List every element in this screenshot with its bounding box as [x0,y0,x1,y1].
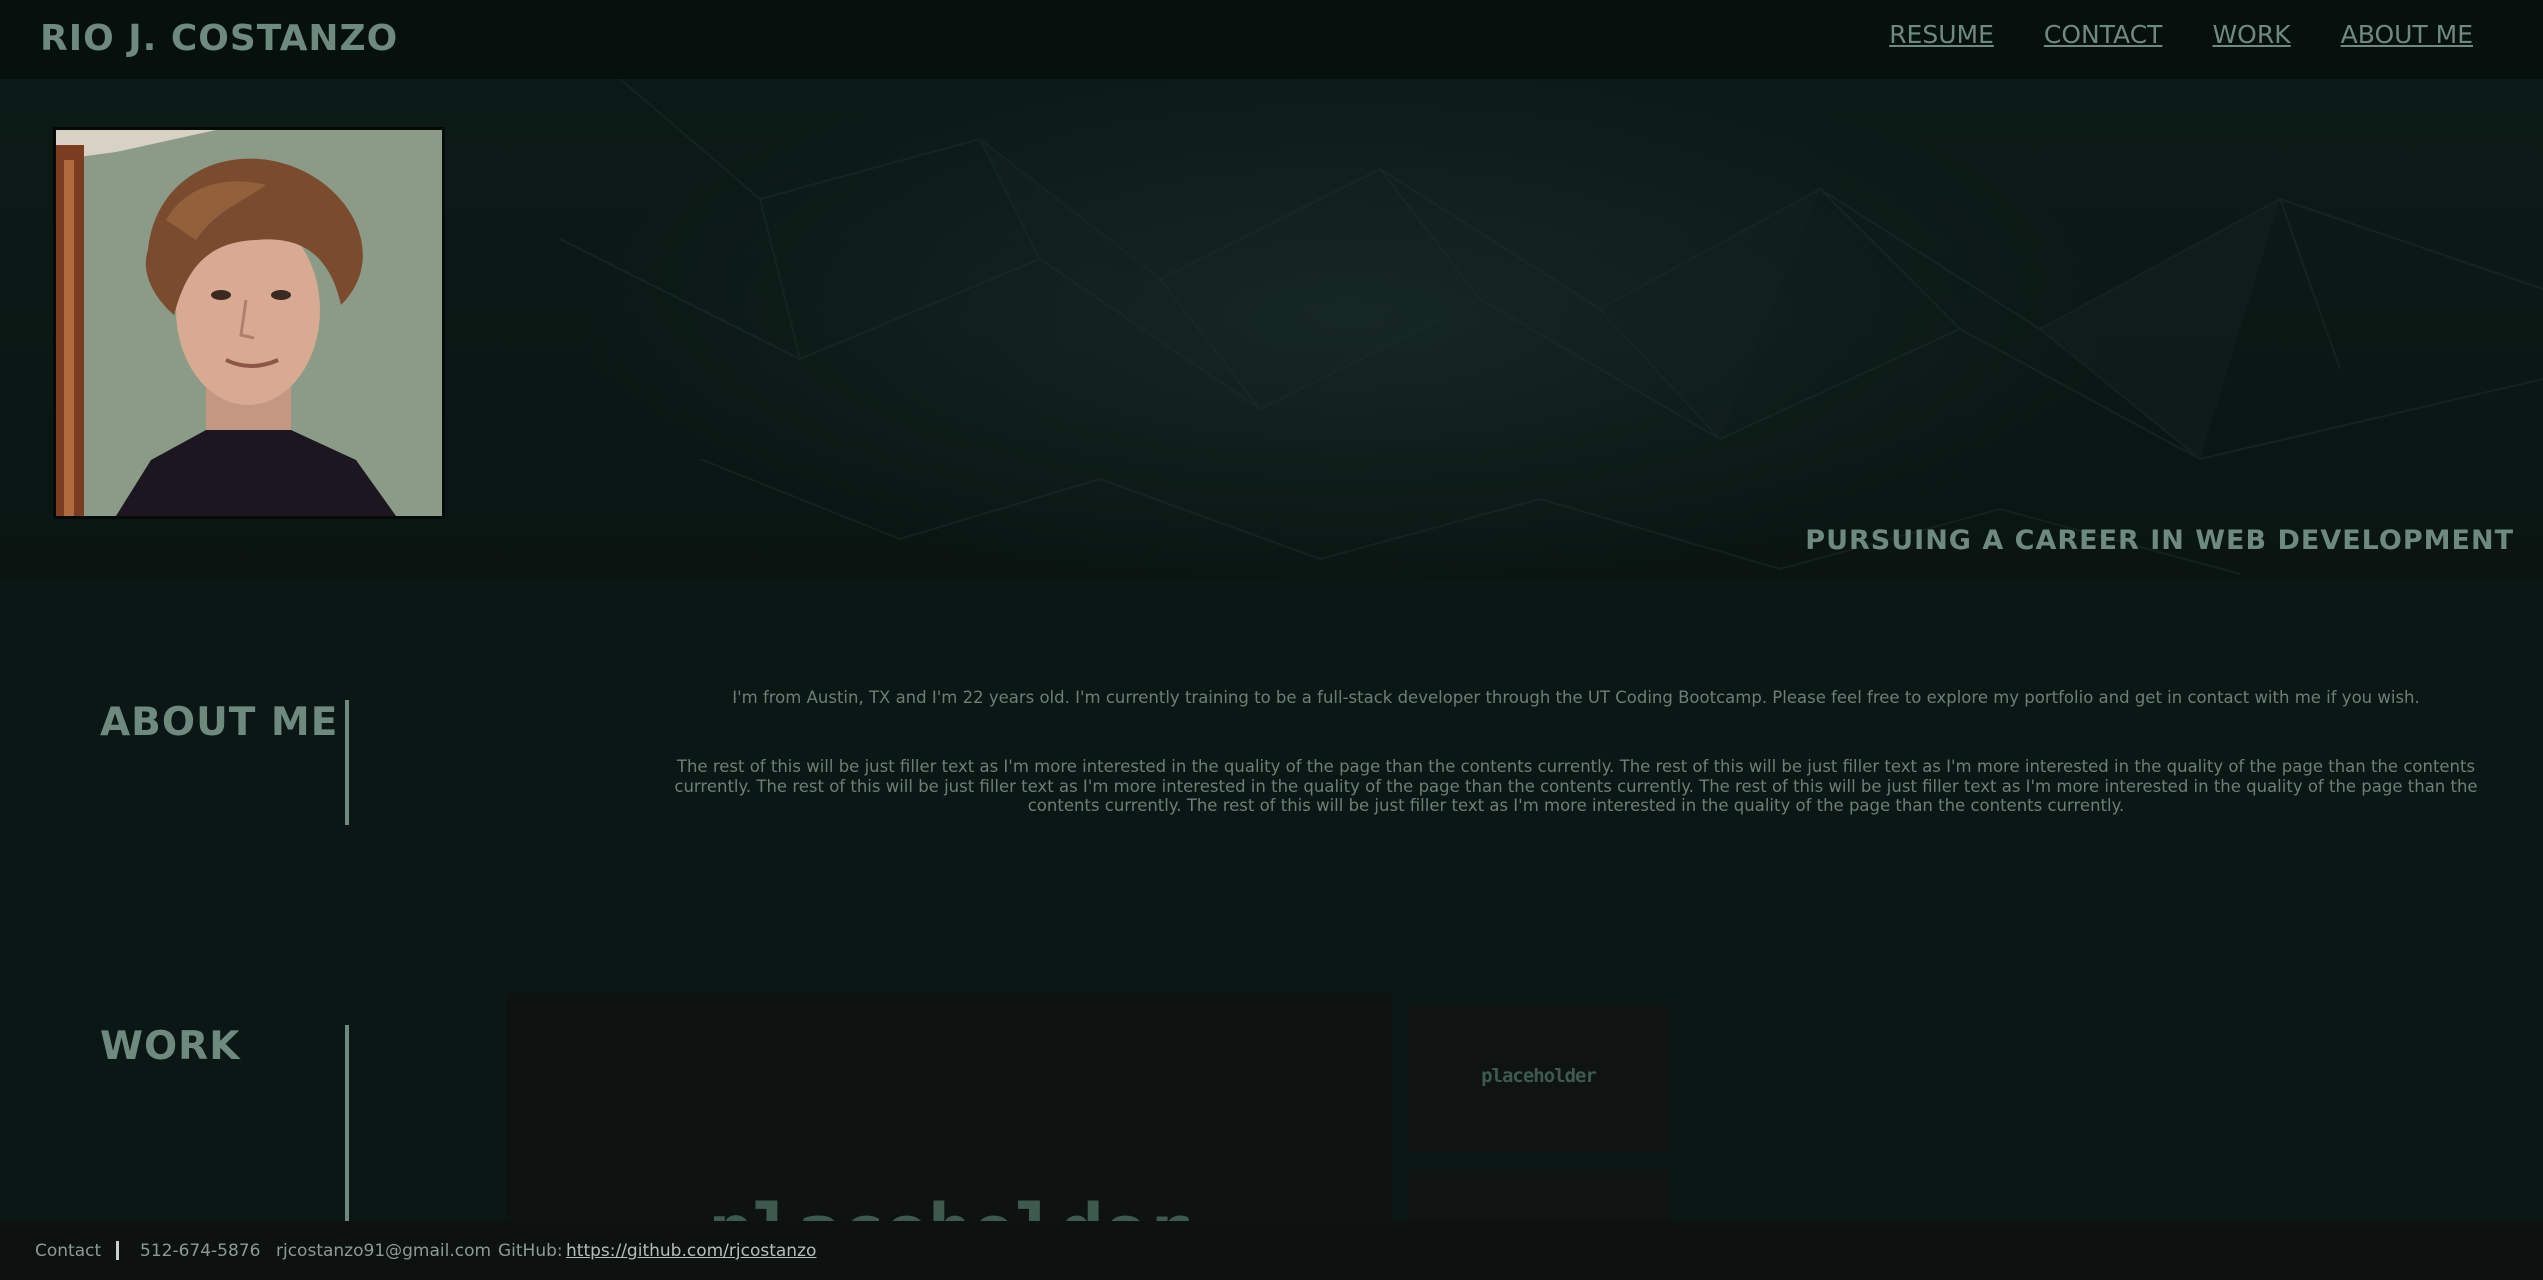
work-project-thumb[interactable]: placeholder [1408,1005,1669,1153]
work-title: WORK [100,1024,241,1069]
hero-tagline: PURSUING A CAREER IN WEB DEVELOPMENT [1805,525,2514,556]
hero-banner: PURSUING A CAREER IN WEB DEVELOPMENT [0,79,2543,579]
work-divider [345,1025,349,1225]
nav-link-work[interactable]: WORK [2212,18,2290,52]
footer-divider [116,1241,119,1260]
footer-email: rjcostanzo91@gmail.com [276,1241,492,1261]
about-divider [345,700,349,825]
about-paragraph-intro: I'm from Austin, TX and I'm 22 years old… [732,688,2420,707]
footer-github-link[interactable]: https://github.com/rjcostanzo [566,1241,816,1261]
profile-photo-image [56,130,442,516]
site-footer: Contact 512-674-5876 rjcostanzo91@gmail.… [0,1221,2543,1280]
footer-phone: 512-674-5876 [140,1241,261,1261]
nav-link-resume[interactable]: RESUME [1889,18,1994,52]
about-title: ABOUT ME [100,700,339,745]
about-paragraph-filler: The rest of this will be just filler tex… [674,757,2478,815]
nav-link-about-me[interactable]: ABOUT ME [2341,18,2473,52]
work-project-thumb[interactable] [1408,1169,1669,1229]
site-title: RIO J. COSTANZO [40,18,399,59]
nav-link-contact[interactable]: CONTACT [2044,18,2163,52]
footer-github-label: GitHub: [498,1241,563,1261]
footer-contact-label: Contact [35,1241,102,1261]
profile-photo [53,127,445,519]
site-header: RIO J. COSTANZO RESUME CONTACT WORK ABOU… [0,0,2543,79]
work-featured-project[interactable]: placeholder [506,993,1392,1233]
main-nav: RESUME CONTACT WORK ABOUT ME [1889,18,2473,52]
portfolio-page: RIO J. COSTANZO RESUME CONTACT WORK ABOU… [0,0,2543,1280]
work-thumb-placeholder: placeholder [1481,1065,1597,1087]
